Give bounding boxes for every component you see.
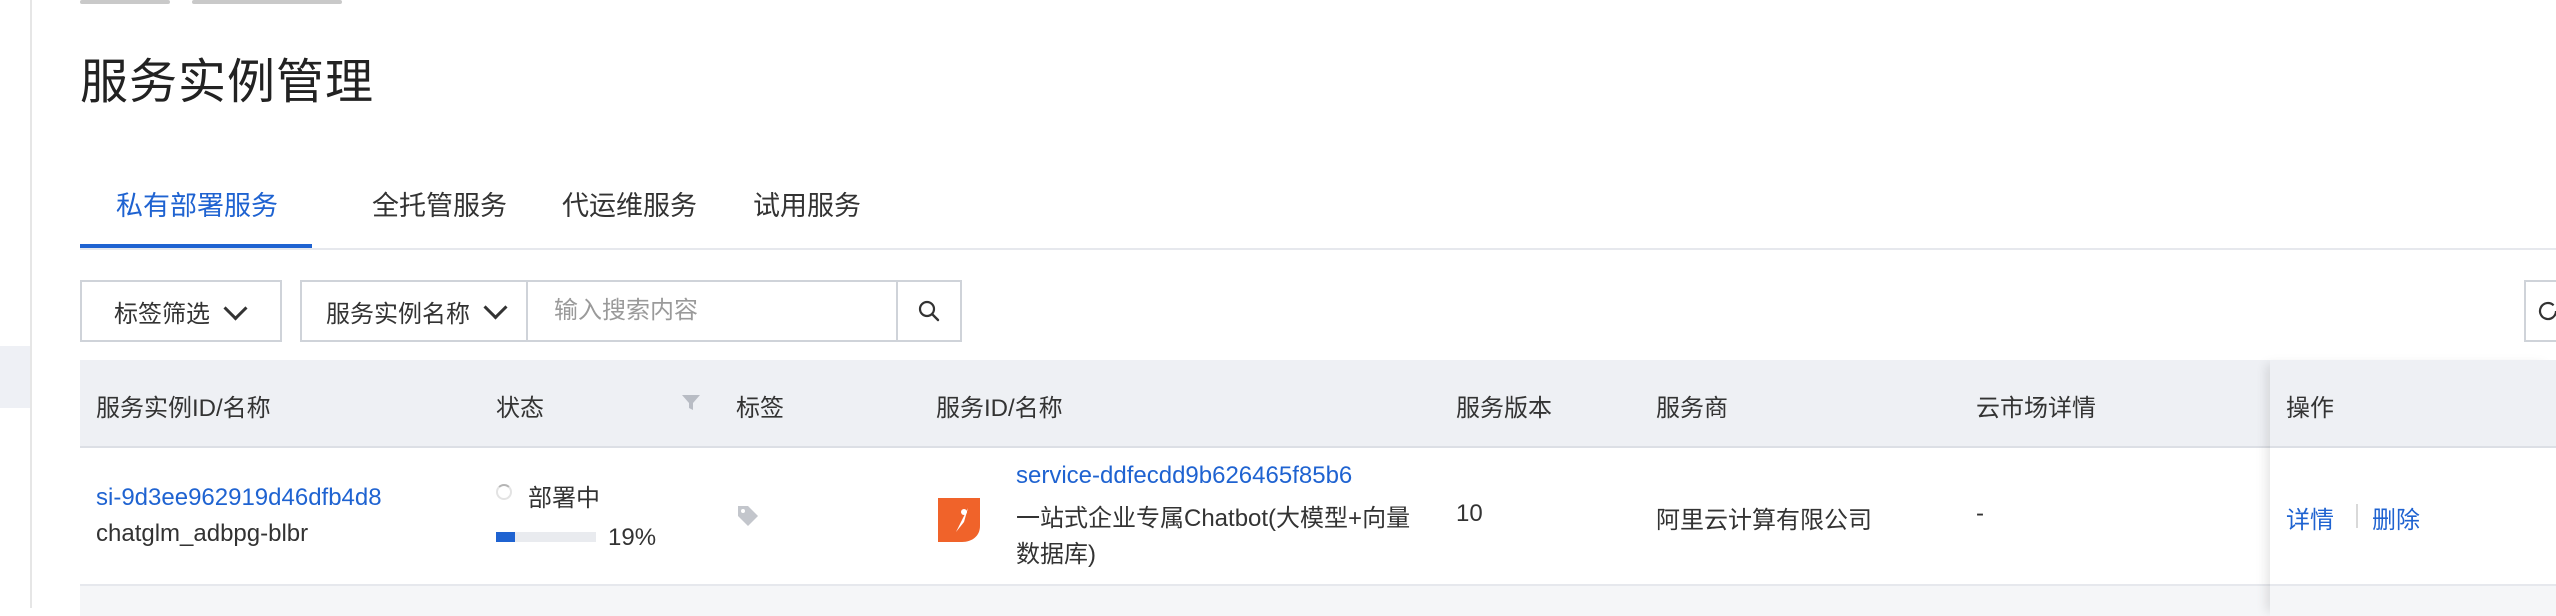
status-text: 部署中 [528, 485, 600, 512]
action-separator [2356, 504, 2358, 528]
progress-bar [496, 532, 596, 542]
service-logo-icon [938, 498, 980, 542]
col-market-detail: 云市场详情 [1976, 395, 2096, 422]
actions-column: 操作 详情 删除 [2270, 360, 2556, 616]
service-name-line1: 一站式企业专属Chatbot(大模型+向量 [1016, 505, 1411, 532]
service-provider: 阿里云计算有限公司 [1656, 507, 1872, 534]
refresh-icon [2538, 301, 2556, 321]
progress-text: 19% [608, 524, 657, 551]
table-header: 服务实例ID/名称 状态 标签 服务ID/名称 服务版本 服务商 云市场详情 [80, 360, 2556, 448]
col-service: 服务ID/名称 [936, 395, 1063, 422]
search-button[interactable] [896, 282, 960, 340]
search-field-select[interactable]: 服务实例名称 [302, 282, 528, 340]
left-sidebar-rail [0, 0, 32, 608]
tab-bar: 私有部署服务 全托管服务 代运维服务 试用服务 [80, 166, 2556, 250]
tag-icon[interactable] [736, 504, 760, 528]
tab-managed-ops[interactable]: 代运维服务 [562, 184, 697, 223]
service-name-line2: 数据库) [1016, 541, 1096, 568]
table-row [80, 586, 2556, 616]
tag-filter-dropdown[interactable]: 标签筛选 [80, 280, 282, 342]
sidebar-active-item[interactable] [0, 346, 30, 408]
breadcrumb [80, 0, 380, 6]
active-tab-indicator [80, 244, 312, 248]
market-detail: - [1976, 500, 1984, 527]
col-provider: 服务商 [1656, 395, 1728, 422]
instance-id-link[interactable]: si-9d3ee962919d46dfb4d8 [96, 484, 382, 512]
table-row: si-9d3ee962919d46dfb4d8 chatglm_adbpg-bl… [80, 448, 2556, 586]
loading-spinner-icon [496, 484, 512, 500]
tab-private-deployment[interactable]: 私有部署服务 [116, 184, 278, 223]
search-input[interactable] [528, 282, 896, 340]
chevron-down-icon [223, 296, 248, 321]
search-field-label: 服务实例名称 [326, 300, 470, 328]
actions-header: 操作 [2270, 360, 2556, 446]
col-actions: 操作 [2286, 395, 2334, 422]
service-version: 10 [1456, 500, 1483, 527]
refresh-button[interactable] [2524, 280, 2556, 342]
tab-trial[interactable]: 试用服务 [753, 184, 861, 223]
tab-fully-managed[interactable]: 全托管服务 [372, 184, 507, 223]
delete-link[interactable]: 删除 [2372, 500, 2420, 535]
progress-fill [496, 532, 515, 542]
service-id-link[interactable]: service-ddfecdd9b626465f85b6 [1016, 462, 1352, 490]
search-group: 服务实例名称 [300, 280, 962, 342]
page-title: 服务实例管理 [80, 56, 375, 109]
search-icon [918, 300, 940, 322]
col-tags: 标签 [736, 395, 784, 422]
chevron-down-icon [483, 295, 508, 320]
detail-link[interactable]: 详情 [2286, 500, 2334, 535]
instance-name: chatglm_adbpg-blbr [96, 520, 309, 547]
filter-icon[interactable] [680, 392, 702, 414]
col-instance: 服务实例ID/名称 [96, 395, 271, 422]
col-version: 服务版本 [1456, 395, 1552, 422]
tag-filter-label: 标签筛选 [114, 300, 210, 328]
col-status: 状态 [496, 395, 544, 422]
